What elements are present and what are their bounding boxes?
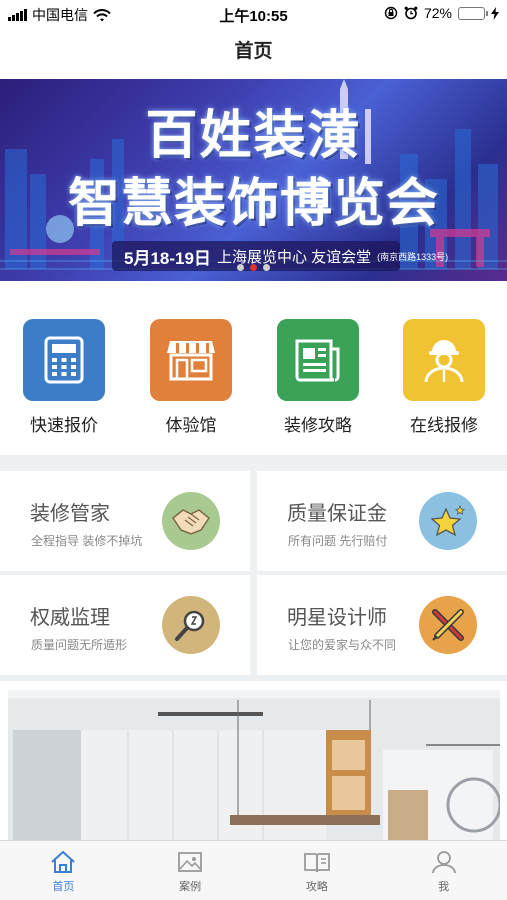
quick-action-icon-box xyxy=(23,319,105,401)
battery-icon xyxy=(458,6,488,20)
alarm-icon xyxy=(404,6,418,20)
quick-action-label: 体验馆 xyxy=(165,416,217,435)
service-subtitle: 所有问题 先行赔付 xyxy=(288,534,388,548)
pencil-ruler-icon xyxy=(419,596,477,654)
banner-address: (南京西路1333号) xyxy=(377,251,449,262)
tab-label: 攻略 xyxy=(305,881,328,893)
newspaper-icon xyxy=(295,339,340,382)
tab-label: 案例 xyxy=(179,881,202,893)
calculator-icon xyxy=(44,336,84,384)
nav-bar: 首页 xyxy=(0,26,507,78)
section-divider xyxy=(0,455,507,469)
banner-title-line2: 智慧装饰博览会 xyxy=(67,175,439,233)
star-icon xyxy=(419,492,477,550)
service-subtitle: 让您的爱家与众不同 xyxy=(288,638,397,652)
storefront-icon xyxy=(167,341,215,381)
tab-label: 首页 xyxy=(52,881,75,893)
tab-me[interactable]: 我 xyxy=(380,841,507,900)
service-title: 质量保证金 xyxy=(287,503,387,525)
quick-action-icon-box xyxy=(277,319,359,401)
quick-action-label: 在线报修 xyxy=(410,416,478,435)
magnifier-icon xyxy=(162,596,220,654)
carousel-dot[interactable] xyxy=(237,264,244,271)
quick-action-label: 装修攻略 xyxy=(284,416,352,435)
book-icon xyxy=(303,853,330,873)
service-card-butler[interactable]: 装修管家 全程指导 装修不掉坑 xyxy=(0,471,250,571)
tab-bar: 首页 案例 攻略 我 xyxy=(0,840,507,900)
service-card-designer[interactable]: 明星设计师 让您的爱家与众不同 xyxy=(257,575,507,675)
quick-action-icon-box xyxy=(403,319,485,401)
service-card-guarantee[interactable]: 质量保证金 所有问题 先行赔付 xyxy=(257,471,507,571)
tab-cases[interactable]: 案例 xyxy=(127,841,254,900)
service-grid: 装修管家 全程指导 装修不掉坑 质量保证金 所有问题 先行赔付 权威监理 质量问… xyxy=(0,469,507,681)
quick-action-guides[interactable]: 装修攻略 xyxy=(263,319,373,436)
promo-banner[interactable]: 百姓装潢 智慧装饰博览会 5月18-19日 上海展览中心 友谊会堂 (南京西路1… xyxy=(0,79,507,281)
service-title: 装修管家 xyxy=(30,503,110,525)
quick-action-label: 快速报价 xyxy=(30,416,98,435)
tab-home[interactable]: 首页 xyxy=(0,841,127,900)
tab-label: 我 xyxy=(438,881,450,893)
page-title: 首页 xyxy=(234,41,273,62)
carousel-indicator[interactable] xyxy=(0,264,507,271)
handshake-icon xyxy=(162,492,220,550)
quick-action-quote[interactable]: 快速报价 xyxy=(9,319,119,436)
carousel-dot[interactable] xyxy=(250,264,257,271)
carousel-dot[interactable] xyxy=(263,264,270,271)
user-icon xyxy=(431,851,456,874)
status-bar: 中国电信 上午10:55 72% xyxy=(0,0,507,26)
home-icon xyxy=(51,850,76,873)
quick-action-showroom[interactable]: 体验馆 xyxy=(136,319,246,436)
quick-action-repair[interactable]: 在线报修 xyxy=(389,319,499,436)
interior-photo[interactable] xyxy=(8,690,500,842)
service-title: 权威监理 xyxy=(30,607,110,629)
battery-percent: 72% xyxy=(423,5,452,21)
orientation-lock-icon xyxy=(384,6,398,20)
service-subtitle: 全程指导 装修不掉坑 xyxy=(31,534,143,548)
image-icon xyxy=(178,852,203,872)
quick-action-icon-box xyxy=(150,319,232,401)
service-title: 明星设计师 xyxy=(287,607,387,629)
worker-icon xyxy=(424,340,464,383)
banner-title-line1: 百姓装潢 xyxy=(145,107,362,165)
tab-guides[interactable]: 攻略 xyxy=(254,841,381,900)
service-subtitle: 质量问题无所遁形 xyxy=(31,638,128,652)
quick-actions: 快速报价 体验馆 装修攻略 在线报修 xyxy=(0,282,507,455)
charging-icon xyxy=(491,6,499,20)
service-card-supervision[interactable]: 权威监理 质量问题无所遁形 xyxy=(0,575,250,675)
